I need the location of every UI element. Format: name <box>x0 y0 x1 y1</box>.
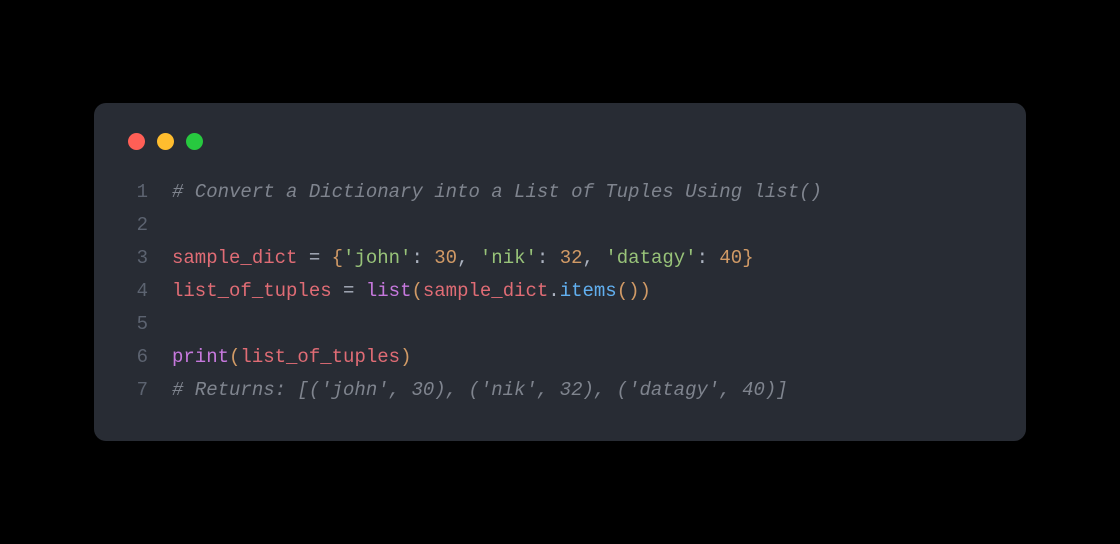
line-number: 7 <box>124 374 148 407</box>
code-line: 2 <box>124 209 996 242</box>
line-content: list_of_tuples = list(sample_dict.items(… <box>172 275 996 308</box>
token-comment: # Returns: [('john', 30), ('nik', 32), (… <box>172 379 788 401</box>
token-string: 'john' <box>343 247 411 269</box>
token-brace: ( <box>617 280 628 302</box>
token-brace: ( <box>411 280 422 302</box>
token-string: 'nik' <box>480 247 537 269</box>
token-number: 32 <box>560 247 583 269</box>
token-punct: , <box>583 247 606 269</box>
token-default <box>354 280 365 302</box>
line-content: # Returns: [('john', 30), ('nik', 32), (… <box>172 374 996 407</box>
line-number: 6 <box>124 341 148 374</box>
token-identifier: sample_dict <box>423 280 548 302</box>
token-operator: = <box>343 280 354 302</box>
token-punct: : <box>411 247 434 269</box>
token-brace: ) <box>640 280 651 302</box>
token-identifier: list_of_tuples <box>240 346 400 368</box>
code-line: 1 # Convert a Dictionary into a List of T… <box>124 176 996 209</box>
token-comment: # Convert a Dictionary into a List of Tu… <box>172 181 822 203</box>
code-line: 5 <box>124 308 996 341</box>
token-brace: } <box>742 247 753 269</box>
token-number: 30 <box>434 247 457 269</box>
token-punct: . <box>548 280 559 302</box>
code-line: 6 print(list_of_tuples) <box>124 341 996 374</box>
code-line: 7 # Returns: [('john', 30), ('nik', 32), … <box>124 374 996 407</box>
line-content: print(list_of_tuples) <box>172 341 996 374</box>
code-line: 3 sample_dict = {'john': 30, 'nik': 32, '… <box>124 242 996 275</box>
line-content: # Convert a Dictionary into a List of Tu… <box>172 176 996 209</box>
line-content <box>172 308 996 341</box>
token-method: items <box>560 280 617 302</box>
token-punct: : <box>537 247 560 269</box>
token-identifier: list_of_tuples <box>172 280 332 302</box>
token-default <box>297 247 308 269</box>
token-operator: = <box>309 247 320 269</box>
code-line: 4list_of_tuples = list(sample_dict.items… <box>124 275 996 308</box>
line-number: 3 <box>124 242 148 275</box>
close-icon[interactable] <box>128 133 145 150</box>
token-brace: ) <box>400 346 411 368</box>
line-number: 1 <box>124 176 148 209</box>
token-default <box>320 247 331 269</box>
code-window: 1 # Convert a Dictionary into a List of T… <box>94 103 1026 441</box>
line-number: 4 <box>124 275 148 308</box>
token-brace: ) <box>628 280 639 302</box>
token-builtin: list <box>366 280 412 302</box>
token-brace: { <box>332 247 343 269</box>
line-content: sample_dict = {'john': 30, 'nik': 32, 'd… <box>172 242 996 275</box>
minimize-icon[interactable] <box>157 133 174 150</box>
line-number: 2 <box>124 209 148 242</box>
maximize-icon[interactable] <box>186 133 203 150</box>
token-identifier: sample_dict <box>172 247 297 269</box>
token-punct: , <box>457 247 480 269</box>
token-string: 'datagy' <box>605 247 696 269</box>
line-content <box>172 209 996 242</box>
token-punct: : <box>697 247 720 269</box>
token-default <box>332 280 343 302</box>
token-builtin: print <box>172 346 229 368</box>
window-controls <box>124 133 996 150</box>
code-area: 1 # Convert a Dictionary into a List of T… <box>124 176 996 407</box>
token-number: 40 <box>719 247 742 269</box>
line-number: 5 <box>124 308 148 341</box>
token-brace: ( <box>229 346 240 368</box>
